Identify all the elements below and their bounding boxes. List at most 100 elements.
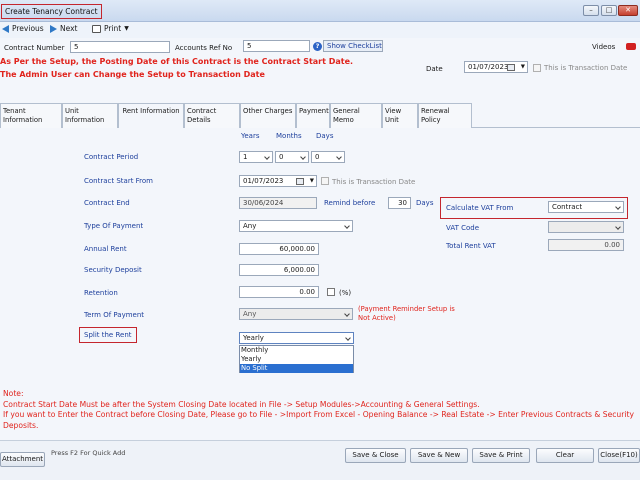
years-header: Years bbox=[241, 132, 260, 140]
tenancy-contract-window: Create Tenancy Contract – □ ✕ Previous N… bbox=[0, 0, 640, 480]
video-icon[interactable] bbox=[626, 43, 636, 50]
security-deposit-field[interactable]: 6,000.00 bbox=[239, 264, 319, 276]
close-icon[interactable]: ✕ bbox=[618, 5, 638, 16]
save-new-button[interactable]: Save & New bbox=[410, 448, 468, 463]
remind-before-label: Remind before bbox=[324, 199, 376, 207]
tab-contract-details[interactable]: Contract Details bbox=[184, 103, 240, 128]
retention-percent-label: (%) bbox=[339, 289, 352, 297]
type-of-payment-value: Any bbox=[243, 222, 257, 230]
months-header: Months bbox=[276, 132, 302, 140]
contract-start-label: Contract Start From bbox=[84, 177, 154, 185]
save-print-button[interactable]: Save & Print bbox=[472, 448, 530, 463]
contract-start-field[interactable]: 01/07/2023 ▼ bbox=[239, 175, 317, 187]
help-icon[interactable]: ? bbox=[313, 42, 322, 51]
calc-vat-from-select[interactable]: Contract bbox=[548, 201, 624, 213]
chevron-down-icon bbox=[615, 204, 621, 210]
type-of-payment-select[interactable]: Any bbox=[239, 220, 353, 232]
split-option-no-split[interactable]: No Split bbox=[240, 364, 353, 373]
retention-field[interactable]: 0.00 bbox=[239, 286, 319, 298]
period-days-select[interactable]: 0 bbox=[311, 151, 345, 163]
remind-before-field[interactable]: 30 bbox=[388, 197, 411, 209]
type-of-payment-label: Type Of Payment bbox=[84, 222, 144, 230]
retention-percent-checkbox[interactable] bbox=[327, 288, 335, 296]
chevron-down-icon: ▼ bbox=[124, 25, 129, 32]
contract-start-value: 01/07/2023 bbox=[243, 177, 284, 185]
period-months-select[interactable]: 0 bbox=[275, 151, 309, 163]
transaction-date-checkbox[interactable] bbox=[533, 64, 541, 72]
annual-rent-label: Annual Rent bbox=[84, 245, 127, 253]
tab-unit-information[interactable]: Unit Information bbox=[62, 103, 118, 128]
split-rent-value: Yearly bbox=[243, 334, 264, 342]
posting-date-warning: As Per the Setup, the Posting Date of th… bbox=[0, 57, 354, 66]
calc-vat-from-value: Contract bbox=[552, 203, 583, 211]
chevron-down-icon bbox=[344, 223, 350, 229]
tab-other-charges[interactable]: Other Charges bbox=[240, 103, 296, 128]
tab-payment[interactable]: Payment bbox=[296, 103, 330, 128]
days-header: Days bbox=[316, 132, 334, 140]
total-rent-vat-label: Total Rent VAT bbox=[446, 242, 496, 250]
retention-label: Retention bbox=[84, 289, 118, 297]
date-label: Date bbox=[426, 65, 443, 73]
show-checklist-button[interactable]: Show CheckList bbox=[323, 40, 383, 52]
total-rent-vat-field: 0.00 bbox=[548, 239, 624, 251]
note-block: Note: Contract Start Date Must be after … bbox=[3, 389, 638, 431]
period-years-select[interactable]: 1 bbox=[239, 151, 273, 163]
chevron-down-icon: ▼ bbox=[520, 64, 525, 70]
remind-unit-label: Days bbox=[416, 199, 434, 207]
chevron-down-icon bbox=[615, 224, 621, 230]
chevron-down-icon bbox=[336, 154, 342, 160]
start-transaction-label: This is Transaction Date bbox=[332, 178, 416, 186]
term-of-payment-label: Term Of Payment bbox=[84, 311, 145, 319]
accounts-ref-field[interactable]: 5 bbox=[243, 40, 310, 52]
calendar-icon bbox=[507, 64, 515, 71]
window-title: Create Tenancy Contract bbox=[1, 4, 102, 19]
note-line-3: Deposits. bbox=[3, 420, 39, 430]
attachment-button[interactable]: Attachment bbox=[0, 452, 45, 467]
next-button[interactable]: Next bbox=[50, 24, 77, 33]
contract-period-label: Contract Period bbox=[84, 153, 139, 161]
note-line-1: Contract Start Date Must be after the Sy… bbox=[3, 399, 480, 409]
split-rent-select[interactable]: Yearly bbox=[239, 332, 354, 344]
quick-add-hint: Press F2 For Quick Add bbox=[51, 449, 126, 457]
close-button[interactable]: Close(F10) bbox=[598, 448, 640, 463]
save-close-button[interactable]: Save & Close bbox=[345, 448, 406, 463]
print-button[interactable]: Print ▼ bbox=[92, 24, 129, 33]
split-option-monthly[interactable]: Monthly bbox=[240, 346, 353, 355]
maximize-icon[interactable]: □ bbox=[601, 5, 617, 16]
contract-number-field[interactable]: 5 bbox=[70, 41, 170, 53]
chevron-down-icon bbox=[345, 335, 351, 341]
tab-tenant-information[interactable]: Tenant Information bbox=[0, 103, 62, 128]
term-of-payment-select[interactable]: Any bbox=[239, 308, 353, 320]
minimize-icon[interactable]: – bbox=[583, 5, 599, 16]
clear-button[interactable]: Clear bbox=[536, 448, 594, 463]
previous-button[interactable]: Previous bbox=[2, 24, 44, 33]
transaction-date-label: This is Transaction Date bbox=[544, 64, 628, 72]
chevron-down-icon bbox=[300, 154, 306, 160]
arrow-left-icon bbox=[2, 24, 9, 33]
term-of-payment-value: Any bbox=[243, 310, 257, 318]
tab-renewal-policy[interactable]: Renewal Policy bbox=[418, 103, 472, 128]
chevron-down-icon bbox=[344, 311, 350, 317]
videos-label: Videos bbox=[592, 43, 616, 51]
period-days-value: 0 bbox=[315, 153, 320, 161]
annual-rent-field[interactable]: 60,000.00 bbox=[239, 243, 319, 255]
tab-rent-information[interactable]: Rent Information bbox=[118, 103, 184, 128]
split-option-yearly[interactable]: Yearly bbox=[240, 355, 353, 364]
tab-view-unit[interactable]: View Unit bbox=[382, 103, 418, 128]
tab-general-memo[interactable]: General Memo bbox=[330, 103, 382, 128]
security-deposit-label: Security Deposit bbox=[84, 266, 142, 274]
next-label: Next bbox=[60, 24, 78, 33]
calc-vat-from-label: Calculate VAT From bbox=[446, 204, 514, 212]
calendar-icon bbox=[296, 178, 304, 185]
print-label: Print bbox=[104, 24, 122, 33]
printer-icon bbox=[92, 24, 101, 33]
previous-label: Previous bbox=[12, 24, 44, 33]
vat-code-select[interactable] bbox=[548, 221, 624, 233]
accounts-ref-label: Accounts Ref No bbox=[175, 44, 233, 52]
split-rent-dropdown: Monthly Yearly No Split bbox=[239, 345, 354, 373]
arrow-right-icon bbox=[50, 24, 57, 33]
start-transaction-checkbox[interactable] bbox=[321, 177, 329, 185]
chevron-down-icon: ▼ bbox=[309, 178, 314, 184]
date-field[interactable]: 01/07/2023 ▼ bbox=[464, 61, 528, 73]
note-title: Note: bbox=[3, 389, 24, 398]
